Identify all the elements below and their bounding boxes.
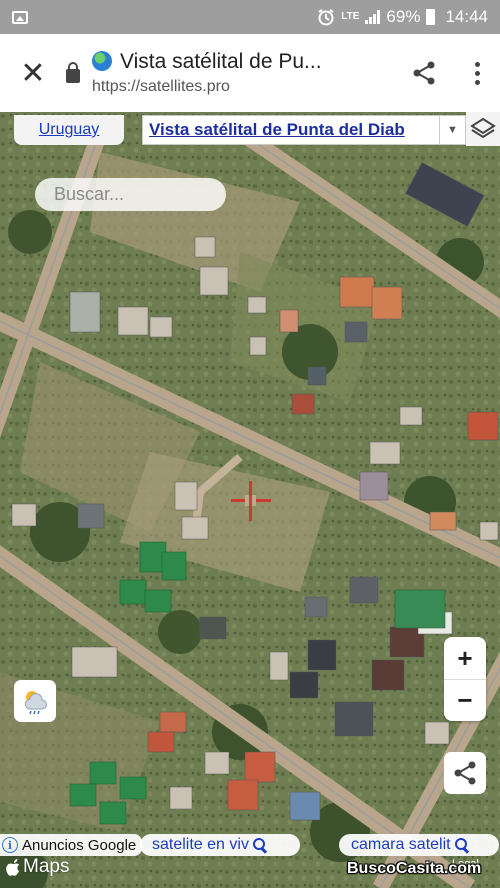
zoom-out-button[interactable]: − — [444, 679, 486, 721]
ads-bar: i Anuncios Google satelite en viv camara… — [0, 834, 500, 856]
place-select-value: Vista satélital de Punta del Diab — [149, 120, 405, 139]
more-vert-icon[interactable] — [454, 34, 500, 112]
status-bar: LTE 69% 14:44 — [0, 0, 500, 34]
info-icon[interactable]: i — [2, 837, 18, 853]
url-scheme: https:// — [92, 78, 141, 95]
globe-icon — [92, 51, 112, 71]
alarm-icon — [318, 9, 334, 26]
browser-toolbar: ✕ Vista satélital de Pu... https://satel… — [0, 34, 500, 112]
url-domain: satellites.pro — [140, 78, 230, 95]
satellite-map[interactable] — [0, 112, 500, 888]
ad-pill-text: satelite en viv — [152, 836, 249, 853]
lock-icon[interactable] — [66, 61, 80, 83]
country-link[interactable]: Uruguay — [14, 115, 124, 145]
share-icon[interactable] — [444, 752, 486, 794]
maps-provider: Maps — [23, 856, 70, 877]
share-icon[interactable] — [394, 34, 454, 112]
battery-percent: 69% — [386, 7, 421, 26]
search-icon — [252, 838, 267, 852]
page-title: Vista satélital de Pu... — [120, 50, 322, 73]
apple-icon — [6, 858, 20, 876]
apple-maps-logo: Maps — [6, 856, 69, 878]
battery-icon — [426, 9, 436, 25]
ads-label-text: Anuncios Google — [22, 836, 137, 854]
crosshair-icon — [231, 481, 271, 521]
zoom-control: + − — [444, 637, 486, 721]
chevron-down-icon[interactable]: ▼ — [439, 116, 465, 144]
zoom-in-button[interactable]: + — [444, 637, 486, 679]
ads-label[interactable]: i Anuncios Google — [0, 834, 143, 856]
network-type: LTE — [341, 11, 360, 22]
place-select[interactable]: Vista satélital de Punta del Diab ▼ — [142, 115, 466, 145]
weather-icon[interactable] — [14, 680, 56, 722]
ad-search-pill-2[interactable]: camara satelit — [339, 834, 499, 856]
signal-icon — [365, 10, 381, 24]
layers-icon[interactable] — [466, 112, 500, 146]
search-icon — [454, 838, 469, 852]
page-identity[interactable]: Vista satélital de Pu... https://satelli… — [92, 50, 394, 96]
search-input[interactable]: Buscar... — [35, 178, 226, 211]
clock: 14:44 — [445, 7, 488, 26]
gallery-icon — [12, 10, 28, 24]
watermark: BuscoCasita.com — [347, 860, 482, 877]
screen: LTE 69% 14:44 ✕ Vista satélital de Pu...… — [0, 0, 500, 888]
ad-search-pill-1[interactable]: satelite en viv — [140, 834, 300, 856]
close-icon[interactable]: ✕ — [0, 34, 66, 112]
ad-pill-text: camara satelit — [351, 836, 451, 853]
